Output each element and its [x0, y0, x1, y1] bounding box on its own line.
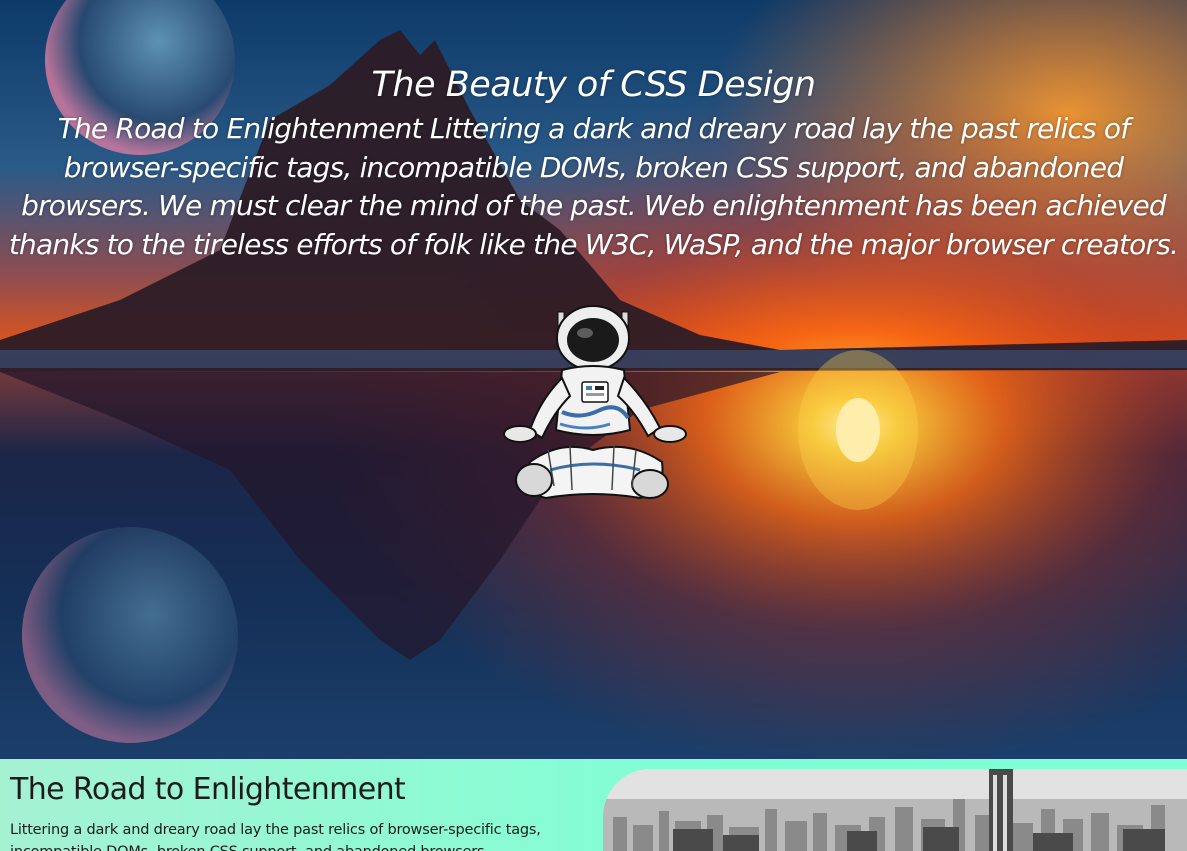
- hero-banner: The Beauty of CSS Design The Road to Enl…: [0, 0, 1187, 759]
- hero-text: The Beauty of CSS Design The Road to Enl…: [0, 62, 1187, 264]
- hero-description: The Road to Enlightenment Littering a da…: [8, 112, 1179, 261]
- section-text: Littering a dark and dreary road lay the…: [10, 822, 541, 851]
- city-skyline-image: [603, 769, 1187, 851]
- section-title: The Road to Enlightenment: [10, 772, 406, 807]
- content-section: The Road to Enlightenment Littering a da…: [0, 759, 1187, 851]
- page-title: The Beauty of CSS Design: [371, 65, 816, 105]
- page: The Beauty of CSS Design The Road to Enl…: [0, 0, 1187, 851]
- meditating-astronaut-image: [503, 305, 687, 500]
